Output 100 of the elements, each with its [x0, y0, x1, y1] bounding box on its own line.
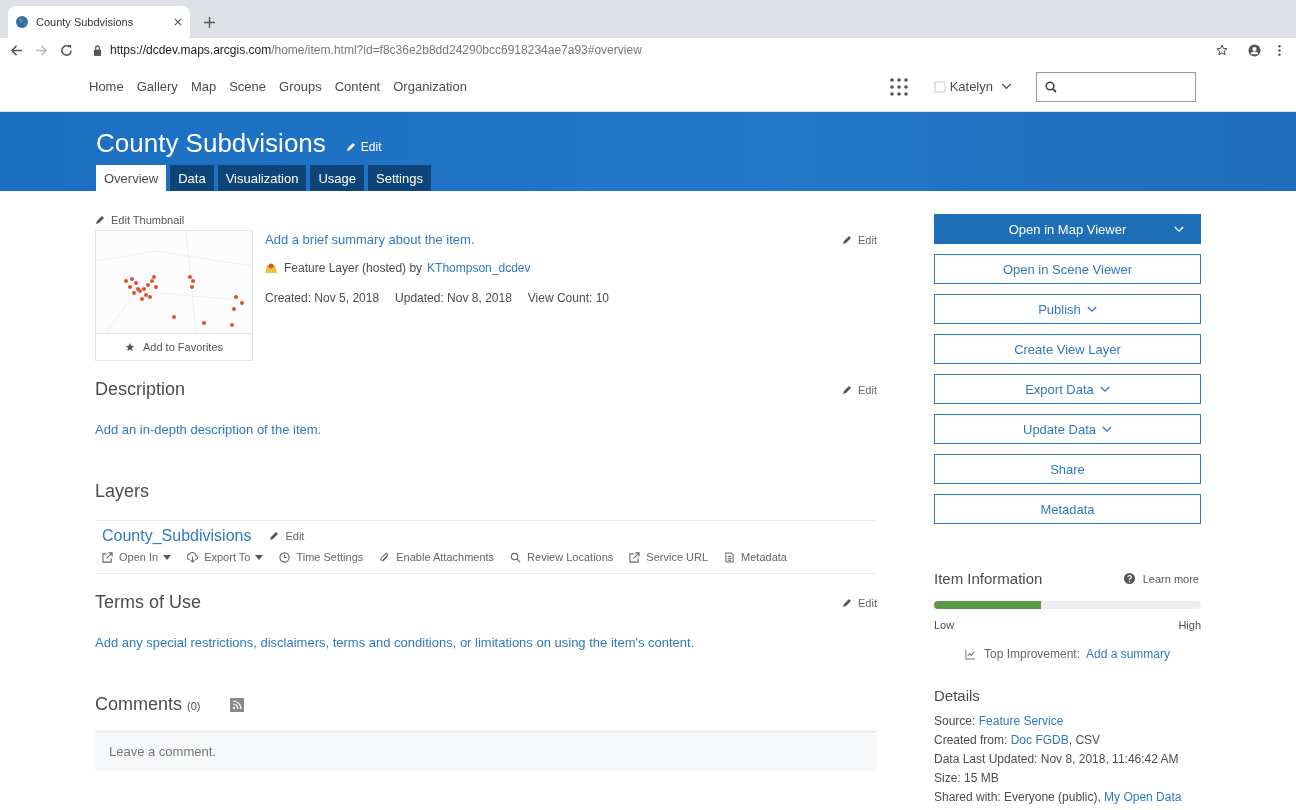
nav-link[interactable]: Content	[334, 79, 381, 94]
chevron-down-icon	[1099, 385, 1110, 393]
nav-link[interactable]: Map	[190, 79, 217, 94]
edit-button[interactable]: Edit	[345, 139, 382, 154]
learn-more-link[interactable]: Learn more	[1123, 572, 1199, 585]
url-text: https://dcdev.maps.arcgis.com/home/item.html?id=f8c36e2b8dd24290bcc6918234ae7a93#overview	[110, 43, 643, 57]
rss-feed-icon[interactable]	[230, 697, 245, 712]
improvement-link[interactable]: Add a summary	[1086, 647, 1171, 661]
pencil-icon	[95, 215, 105, 225]
edit-button[interactable]: Edit	[842, 233, 877, 246]
action-button[interactable]: Publish	[934, 294, 1201, 324]
section-heading: Layers	[95, 481, 150, 502]
layer-link[interactable]: County_Subdivisions	[102, 527, 252, 545]
chevron-down-icon	[1174, 226, 1184, 233]
tab[interactable]: Usage	[310, 165, 364, 191]
layer-action-button[interactable]: Enable Attachments	[379, 551, 495, 563]
layer-action-button[interactable]: Time Settings	[279, 551, 364, 563]
new-tab-icon[interactable]	[204, 17, 215, 28]
address-bar[interactable]: https://dcdev.maps.arcgis.com/home/item.html?id=f8c36e2b8dd24290bcc6918234ae7a93#overview	[85, 39, 1236, 61]
pencil-icon	[345, 141, 356, 152]
layer-action-button[interactable]: Metadata	[724, 551, 787, 563]
nav-link[interactable]: Scene	[229, 79, 267, 94]
chevron-down-icon	[1001, 83, 1012, 90]
document-icon	[724, 551, 736, 563]
section-heading: Details	[934, 687, 981, 704]
caret-icon	[255, 554, 264, 560]
tab[interactable]: Visualization	[217, 165, 307, 191]
bookmark-star-icon[interactable]	[1216, 44, 1228, 56]
improvement-label: Top Improvement:	[983, 647, 1080, 661]
lock-icon	[93, 44, 102, 56]
detail-link[interactable]: Doc FGDB	[1010, 733, 1069, 747]
paperclip-icon	[379, 551, 391, 563]
summary-link[interactable]: Add a brief summary about the item.	[265, 232, 475, 247]
reload-icon[interactable]	[60, 43, 73, 57]
view-count: View Count: 10	[527, 291, 609, 305]
feature-layer-icon	[265, 262, 277, 274]
section-heading: Terms of Use	[95, 592, 202, 613]
comment-field[interactable]: Leave a comment.	[95, 731, 877, 771]
detail-text: Data Last Updated: Nov 8, 2018, 11:46:42 AM	[934, 752, 1179, 766]
search-field[interactable]	[1036, 71, 1196, 102]
magnifier-icon	[510, 551, 522, 563]
action-button[interactable]: Update Data	[934, 414, 1201, 444]
terms-link[interactable]: Add any special restrictions, disclaimers, terms and conditions, or limitations on using the item's content.	[95, 635, 877, 650]
meter-low-label: Low	[934, 619, 955, 631]
profile-icon[interactable]	[1248, 43, 1261, 57]
app-grid-icon[interactable]	[889, 77, 908, 96]
edit-button[interactable]: Edit	[842, 596, 877, 609]
browser-tab[interactable]: County Subdvisions	[8, 6, 190, 38]
detail-link[interactable]: My Open Data	[1104, 790, 1182, 804]
user-menu[interactable]: Katelyn	[933, 79, 1012, 94]
detail-text: Source:	[934, 714, 976, 728]
tab[interactable]: Data	[170, 165, 214, 191]
edit-button[interactable]: Edit	[842, 383, 877, 396]
item-type-text: Feature Layer (hosted) by	[284, 261, 423, 275]
detail-text: Size: 15 MB	[934, 771, 999, 785]
pencil-icon	[842, 234, 853, 245]
layer-action-button[interactable]: Export To	[187, 551, 264, 563]
detail-text: Created from:	[934, 733, 1008, 747]
action-button[interactable]: Metadata	[934, 494, 1201, 524]
clock-icon	[279, 551, 291, 563]
description-link[interactable]: Add an in-depth description of the item.	[95, 422, 877, 437]
chart-icon	[964, 648, 976, 660]
nav-link[interactable]: Groups	[279, 79, 322, 94]
action-button[interactable]: Create View Layer	[934, 334, 1201, 364]
edit-button[interactable]: Edit	[269, 530, 305, 542]
action-button[interactable]: Share	[934, 454, 1201, 484]
caret-icon	[163, 554, 172, 560]
section-heading: Comments (0)	[95, 694, 201, 715]
close-icon[interactable]	[174, 18, 182, 26]
nav-link[interactable]: Organization	[393, 79, 467, 94]
section-heading: Description	[95, 379, 186, 400]
layer-action-button[interactable]: Open In	[102, 551, 172, 563]
pencil-icon	[842, 597, 853, 608]
tab-title: County Subdvisions	[36, 16, 135, 28]
tab[interactable]: Overview	[96, 165, 167, 191]
created-date: Created: Nov 5, 2018	[265, 291, 380, 305]
layer-action-button[interactable]: Review Locations	[510, 551, 614, 563]
action-button[interactable]: Export Data	[934, 374, 1201, 404]
action-button[interactable]: Open in Map Viewer	[934, 214, 1201, 244]
globe-icon	[16, 16, 28, 28]
section-heading: Item Information	[934, 570, 1043, 587]
nav-link[interactable]: Gallery	[136, 79, 178, 94]
external-link-icon	[629, 551, 641, 563]
owner-link[interactable]: KThompson_dcdev	[427, 261, 531, 275]
pencil-icon	[269, 531, 280, 541]
detail-link[interactable]: Feature Service	[978, 714, 1064, 728]
detail-text: , CSV	[1068, 733, 1101, 747]
tab[interactable]: Settings	[368, 165, 431, 191]
nav-link[interactable]: Home	[89, 79, 124, 94]
edit-thumbnail-button[interactable]: Edit Thumbnail	[95, 214, 185, 226]
layer-action-button[interactable]: Service URL	[629, 551, 709, 563]
back-icon[interactable]	[10, 43, 23, 57]
star-icon	[124, 342, 135, 352]
external-link-icon	[102, 551, 113, 563]
action-button[interactable]: Open in Scene Viewer	[934, 254, 1201, 284]
meter-high-label: High	[1178, 619, 1201, 631]
avatar-icon	[933, 80, 946, 93]
detail-text: Shared with: Everyone (public),	[934, 790, 1101, 804]
pencil-icon	[842, 384, 853, 395]
chevron-down-icon	[1086, 305, 1097, 313]
